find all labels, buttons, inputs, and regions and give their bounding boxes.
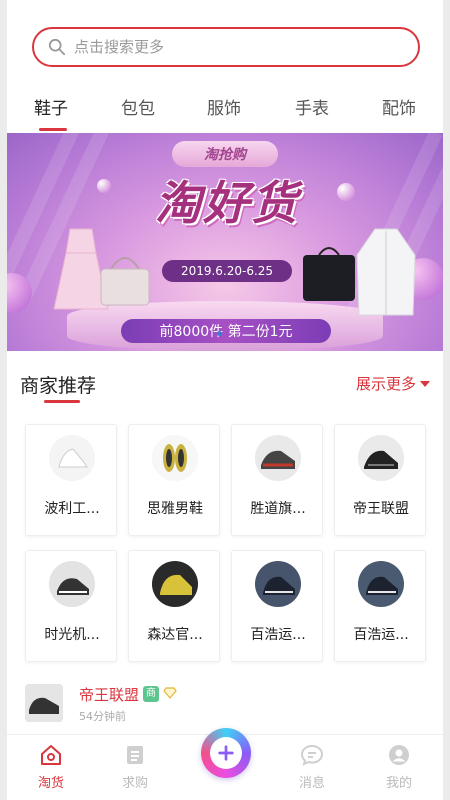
jacket-image: [356, 228, 416, 316]
shop-card[interactable]: 时光机...: [25, 550, 117, 662]
publish-button[interactable]: [201, 728, 251, 778]
tab-watches[interactable]: 手表: [295, 94, 329, 119]
caret-down-icon: [420, 380, 430, 387]
profile-icon: [389, 745, 409, 765]
nav-label: 消息: [298, 776, 325, 791]
shop-name: 森达官...: [147, 627, 203, 643]
section-title: 商家推荐: [20, 375, 97, 397]
shop-avatar: [358, 435, 404, 481]
shop-name: 百浩运...: [250, 627, 306, 643]
tab-clothing[interactable]: 服饰: [207, 94, 241, 119]
search-icon: [48, 38, 66, 56]
briefcase-image: [303, 247, 355, 301]
shop-avatar: [255, 561, 301, 607]
list-icon: [127, 746, 143, 764]
search-input[interactable]: [74, 38, 374, 56]
nav-profile[interactable]: 我的: [369, 743, 429, 791]
tab-accessories[interactable]: 配饰: [382, 94, 416, 119]
feed-shop-name[interactable]: 帝王联盟: [79, 684, 139, 705]
category-tabs: 鞋子 包包 服饰 手表 配饰: [7, 90, 443, 131]
shop-name: 时光机...: [44, 627, 100, 643]
nav-label: 求购: [121, 776, 148, 791]
app-screen: 鞋子 包包 服饰 手表 配饰: [7, 0, 443, 800]
shop-card[interactable]: 百浩运...: [231, 550, 323, 662]
nav-wanted[interactable]: 求购: [105, 743, 165, 791]
nav-home[interactable]: 淘货: [21, 743, 81, 791]
shop-avatar: [49, 561, 95, 607]
nav-label: 我的: [385, 776, 412, 791]
section-title-underline: [44, 400, 80, 403]
shop-name: 思雅男鞋: [147, 501, 203, 517]
promo-banner[interactable]: 淘抢购 淘好货 2019.6.20-6.25 前8000件 第二份1元: [7, 133, 443, 351]
tab-shoes[interactable]: 鞋子: [34, 94, 68, 119]
shop-name: 百浩运...: [353, 627, 409, 643]
shop-card[interactable]: 百浩运...: [334, 550, 426, 662]
banner-promo: 前8000件 第二份1元: [121, 319, 331, 343]
shop-name: 波利工...: [44, 501, 100, 517]
handbag-image: [100, 257, 150, 306]
shop-avatar: [152, 561, 198, 607]
carousel-indicator: [217, 331, 222, 336]
active-tab-indicator: [39, 128, 67, 131]
merchant-tag: 商: [143, 686, 159, 702]
flash-sale-badge: 淘抢购: [172, 141, 278, 167]
plus-icon: [218, 745, 234, 761]
shop-avatar: [49, 435, 95, 481]
shop-card[interactable]: 森达官...: [128, 550, 220, 662]
message-icon: [300, 744, 324, 766]
show-more-button[interactable]: 展示更多: [356, 373, 430, 394]
diamond-icon: [163, 687, 177, 699]
shop-avatar: [358, 561, 404, 607]
feed-timestamp: 54分钟前: [79, 710, 126, 723]
banner-date: 2019.6.20-6.25: [162, 260, 292, 282]
shop-name: 胜道旗...: [250, 501, 306, 517]
home-icon: [41, 745, 61, 765]
publish-button-inner: [210, 737, 242, 769]
shop-avatar: [152, 435, 198, 481]
shop-card[interactable]: 胜道旗...: [231, 424, 323, 536]
show-more-label: 展示更多: [355, 375, 416, 393]
nav-label: 淘货: [37, 776, 64, 791]
tab-bags[interactable]: 包包: [121, 94, 155, 119]
shop-card[interactable]: 波利工...: [25, 424, 117, 536]
feed-avatar[interactable]: [25, 684, 63, 722]
decor-bubble: [337, 183, 355, 201]
shop-card[interactable]: 思雅男鞋: [128, 424, 220, 536]
banner-headline: 淘好货: [155, 176, 299, 230]
search-bar[interactable]: [32, 27, 420, 67]
shop-card[interactable]: 帝王联盟: [334, 424, 426, 536]
shop-avatar: [255, 435, 301, 481]
nav-messages[interactable]: 消息: [282, 743, 342, 791]
decor-bubble: [97, 179, 111, 193]
shop-name: 帝王联盟: [353, 501, 409, 517]
